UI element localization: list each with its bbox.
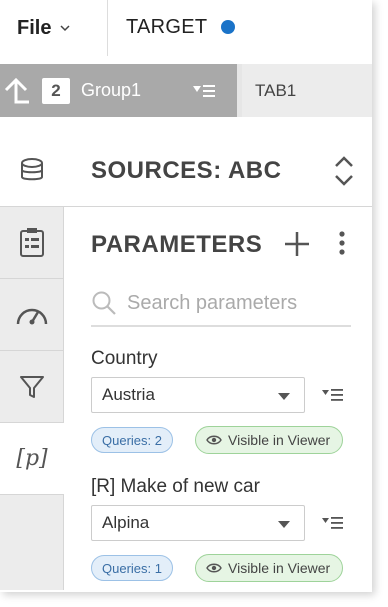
calculator-icon xyxy=(19,227,44,257)
tab-group[interactable]: 2 Group1 xyxy=(0,64,237,117)
sources-title: SOURCES: ABC xyxy=(91,157,282,184)
caret-down-icon xyxy=(278,393,290,400)
parameter-label: Country xyxy=(91,348,158,369)
parameter-select[interactable]: Austria xyxy=(91,377,305,413)
status-dot xyxy=(221,20,235,34)
rail-item-calculations[interactable] xyxy=(0,207,64,279)
visibility-label: Visible in Viewer xyxy=(228,560,331,576)
parameter-value: Austria xyxy=(102,385,155,404)
parameters-panel: PARAMETERS Country Austria xyxy=(64,207,372,590)
page-title: TARGET xyxy=(126,16,208,38)
eye-icon xyxy=(206,435,222,445)
chevron-down-icon xyxy=(60,25,70,32)
group-count-badge: 2 xyxy=(42,78,70,104)
gauge-icon xyxy=(16,308,47,324)
rail-item-gauges[interactable] xyxy=(0,279,64,351)
divider xyxy=(107,0,108,56)
visibility-badge[interactable]: Visible in Viewer xyxy=(195,426,344,454)
more-vertical-icon[interactable] xyxy=(332,229,352,259)
tab-bar: 2 Group1 TAB1 xyxy=(0,64,372,117)
file-menu-label: File xyxy=(17,16,52,39)
sources-header: SOURCES: ABC xyxy=(64,133,372,207)
tab-tab1[interactable]: TAB1 xyxy=(242,64,372,117)
parameters-icon: [p] xyxy=(16,446,48,471)
parameter-label: [R] Make of new car xyxy=(91,476,260,497)
filter-list-icon[interactable] xyxy=(321,513,345,533)
caret-down-icon xyxy=(278,521,290,528)
file-menu[interactable]: File xyxy=(17,17,71,39)
expand-collapse-icon[interactable] xyxy=(332,155,356,187)
visibility-badge[interactable]: Visible in Viewer xyxy=(195,554,344,582)
app-frame: File TARGET 2 Group1 TAB1 [p] SOURCES: A… xyxy=(0,0,372,590)
tab-label: TAB1 xyxy=(255,81,297,100)
search-icon xyxy=(92,291,116,315)
parameters-title: PARAMETERS xyxy=(91,231,263,258)
parameter-select[interactable]: Alpina xyxy=(91,505,305,541)
eye-icon xyxy=(206,563,222,573)
top-bar: File TARGET xyxy=(0,0,372,56)
group-name: Group1 xyxy=(81,80,142,100)
rail-item-parameters[interactable]: [p] xyxy=(0,423,64,495)
database-icon xyxy=(21,157,43,180)
visibility-label: Visible in Viewer xyxy=(228,432,331,448)
add-icon[interactable] xyxy=(282,229,312,259)
filter-icon xyxy=(19,375,44,398)
parameter-value: Alpina xyxy=(102,513,150,532)
search-box xyxy=(91,287,351,327)
arrow-up-icon[interactable] xyxy=(2,78,30,106)
rail-item-filters[interactable] xyxy=(0,351,64,423)
rail-filler xyxy=(0,495,64,590)
filter-list-icon[interactable] xyxy=(321,385,345,405)
queries-badge[interactable]: Queries: 2 xyxy=(91,427,173,453)
side-rail: [p] xyxy=(0,133,64,590)
filter-list-icon[interactable] xyxy=(192,81,216,101)
rail-item-sources[interactable] xyxy=(0,133,64,207)
search-input[interactable] xyxy=(127,287,347,319)
queries-badge[interactable]: Queries: 1 xyxy=(91,555,173,581)
